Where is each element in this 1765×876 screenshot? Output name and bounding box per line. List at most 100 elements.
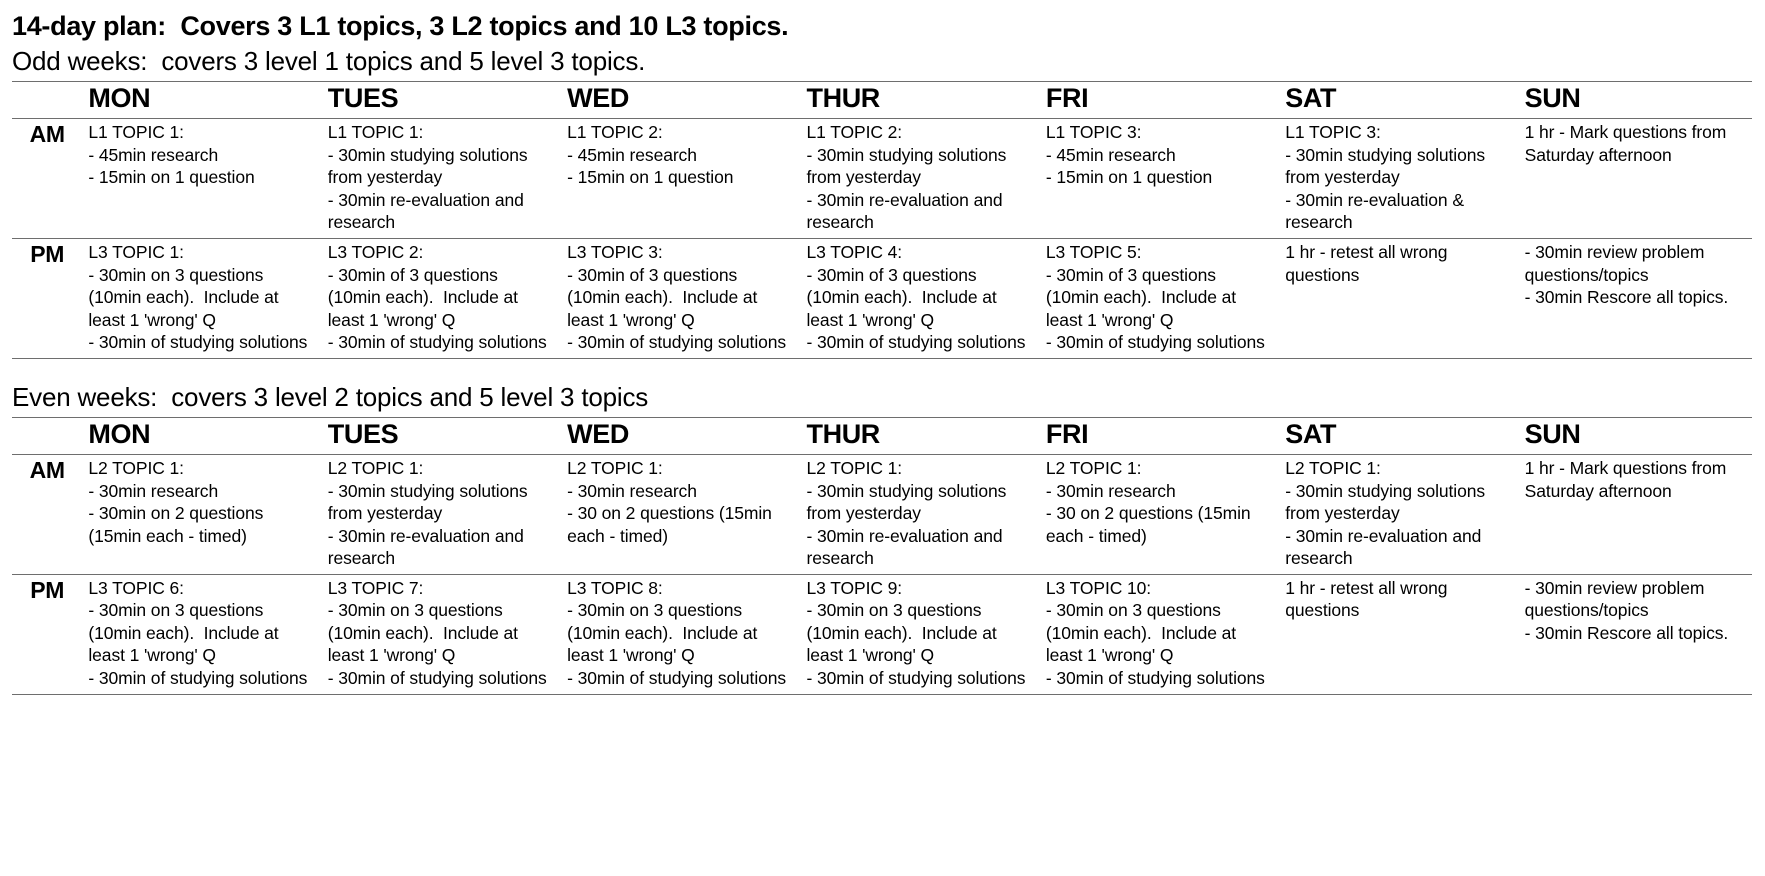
cell-line: - 30min of studying solutions bbox=[1045, 332, 1265, 353]
cell-line: L1 TOPIC 2: bbox=[806, 122, 903, 143]
cell-line: L2 TOPIC 1: bbox=[1045, 457, 1142, 478]
column-header-tues: TUES bbox=[321, 417, 562, 455]
cell-even-am-sat: L2 TOPIC 1: - 30min studying solutions fr… bbox=[1279, 453, 1519, 575]
cell-line: L3 TOPIC 1: bbox=[88, 241, 184, 262]
cell-line: - 30min re-evaluation and research bbox=[806, 525, 1008, 569]
cell-odd-pm-fri: L3 TOPIC 5: - 30min of 3 questions (10min… bbox=[1039, 237, 1280, 359]
column-header-sat: SAT bbox=[1279, 417, 1519, 455]
corner-cell bbox=[12, 417, 83, 455]
cell-line: - 30min of studying solutions bbox=[567, 668, 787, 688]
cell-line: - 30min on 3 questions (10min each). Inc… bbox=[88, 264, 284, 330]
cell-line: L3 TOPIC 9: bbox=[806, 577, 903, 598]
column-header-mon: MON bbox=[82, 417, 322, 455]
cell-odd-pm-wed: L3 TOPIC 3: - 30min of 3 questions (10min… bbox=[561, 237, 801, 359]
cell-line: - 30min studying solutions from yesterda… bbox=[327, 144, 533, 188]
cell-line: - 30 on 2 questions (15min each - timed) bbox=[1045, 503, 1256, 546]
cell-line: - 30min of 3 questions (10min each). Inc… bbox=[806, 264, 1002, 330]
table-header-row: MON TUES WED THUR FRI SAT SUN bbox=[12, 81, 1752, 120]
column-header-thur: THUR bbox=[800, 81, 1040, 120]
table-header-row: MON TUES WED THUR FRI SAT SUN bbox=[12, 417, 1752, 455]
cell-line: L3 TOPIC 2: bbox=[327, 241, 424, 262]
cell-odd-am-fri: L1 TOPIC 3: - 45min research - 15min on 1 … bbox=[1039, 118, 1280, 239]
cell-even-pm-tues: L3 TOPIC 7: - 30min on 3 questions (10min… bbox=[321, 573, 562, 695]
cell-line: - 30min studying solutions from yesterda… bbox=[806, 480, 1012, 524]
column-header-fri: FRI bbox=[1039, 417, 1280, 455]
cell-odd-am-sun: 1 hr - Mark questions from Saturday afte… bbox=[1518, 118, 1752, 239]
cell-even-pm-mon: L3 TOPIC 6: - 30min on 3 questions (10min… bbox=[82, 573, 322, 695]
cell-line: - 45min research bbox=[1045, 144, 1176, 165]
cell-line: - 30min Rescore all topics. bbox=[1524, 287, 1729, 308]
cell-line: L3 TOPIC 7: bbox=[327, 577, 424, 598]
cell-line: - 30min studying solutions from yesterda… bbox=[327, 480, 533, 524]
column-header-mon: MON bbox=[82, 81, 322, 120]
cell-odd-am-tues: L1 TOPIC 1: - 30min studying solutions fr… bbox=[321, 118, 562, 239]
cell-line: L3 TOPIC 4: bbox=[806, 241, 903, 262]
cell-line: - 30min of studying solutions bbox=[806, 668, 1026, 688]
cell-line: - 30min of 3 questions (10min each). Inc… bbox=[1045, 264, 1241, 330]
cell-even-am-wed: L2 TOPIC 1: - 30min research - 30 on 2 que… bbox=[561, 453, 801, 575]
cell-odd-am-mon: L1 TOPIC 1: - 45min research - 15min on 1 … bbox=[82, 118, 322, 239]
cell-line: - 30min on 3 questions (10min each). Inc… bbox=[1045, 600, 1241, 666]
cell-odd-pm-mon: L3 TOPIC 1: - 30min on 3 questions (10min… bbox=[82, 237, 322, 359]
cell-line: L3 TOPIC 6: bbox=[88, 577, 184, 598]
cell-line: - 30min research bbox=[88, 480, 219, 501]
cell-even-pm-wed: L3 TOPIC 8: - 30min on 3 questions (10min… bbox=[561, 573, 801, 695]
cell-line: - 30min research bbox=[567, 480, 697, 501]
cell-even-pm-sat: 1 hr - retest all wrong questions bbox=[1279, 573, 1519, 695]
table-row: AM L2 TOPIC 1: - 30min research - 30min on… bbox=[12, 453, 1752, 575]
cell-line: - 30min on 3 questions (10min each). Inc… bbox=[88, 600, 284, 666]
table-row: AM L1 TOPIC 1: - 45min research - 15min on… bbox=[12, 118, 1752, 239]
cell-odd-pm-sun: - 30min review problem questions/topics -… bbox=[1518, 237, 1752, 359]
cell-odd-am-sat: L1 TOPIC 3: - 30min studying solutions fr… bbox=[1279, 118, 1519, 239]
cell-line: L2 TOPIC 1: bbox=[806, 457, 903, 478]
cell-even-pm-sun: - 30min review problem questions/topics -… bbox=[1518, 573, 1752, 695]
cell-line: - 30min re-evaluation and research bbox=[327, 525, 529, 569]
row-label-am: AM bbox=[12, 453, 83, 575]
odd-weeks-table: MON TUES WED THUR FRI SAT SUN AM L1 TOPI… bbox=[12, 81, 1752, 359]
cell-line: L2 TOPIC 1: bbox=[327, 457, 424, 478]
even-weeks-heading: Even weeks: covers 3 level 2 topics and … bbox=[12, 381, 649, 412]
cell-line: L1 TOPIC 2: bbox=[567, 122, 663, 143]
cell-line: - 30min of 3 questions (10min each). Inc… bbox=[567, 264, 763, 330]
cell-line: - 30min of studying solutions bbox=[327, 332, 547, 353]
column-header-sat: SAT bbox=[1279, 81, 1519, 120]
cell-line: - 15min on 1 question bbox=[88, 167, 255, 188]
cell-line: - 30min review problem questions/topics bbox=[1524, 241, 1710, 285]
cell-line: L3 TOPIC 5: bbox=[1045, 241, 1142, 262]
page-title: 14-day plan: Covers 3 L1 topics, 3 L2 to… bbox=[12, 11, 789, 41]
cell-line: - 30min Rescore all topics. bbox=[1524, 622, 1729, 643]
column-header-thur: THUR bbox=[800, 417, 1040, 455]
odd-weeks-heading: Odd weeks: covers 3 level 1 topics and 5… bbox=[12, 45, 646, 76]
column-header-fri: FRI bbox=[1039, 81, 1280, 120]
cell-line: - 45min research bbox=[567, 144, 697, 165]
cell-line: - 30min of studying solutions bbox=[567, 332, 787, 353]
column-header-tues: TUES bbox=[321, 81, 562, 120]
cell-line: - 30min re-evaluation and research bbox=[327, 189, 529, 233]
cell-line: - 30min re-evaluation & research bbox=[1285, 189, 1469, 233]
cell-line: L1 TOPIC 3: bbox=[1045, 122, 1142, 143]
row-label-am: AM bbox=[12, 118, 83, 239]
cell-line: L1 TOPIC 3: bbox=[1285, 122, 1381, 143]
cell-line: L1 TOPIC 1: bbox=[88, 122, 184, 143]
cell-line: - 30min on 2 questions (15min each - tim… bbox=[88, 503, 269, 546]
cell-line: L3 TOPIC 8: bbox=[567, 577, 663, 598]
cell-line: - 30min re-evaluation and research bbox=[806, 189, 1008, 233]
cell-line: - 30min of studying solutions bbox=[1045, 668, 1265, 688]
cell-line: - 30min re-evaluation and research bbox=[1285, 525, 1486, 569]
cell-odd-am-thur: L1 TOPIC 2: - 30min studying solutions fr… bbox=[800, 118, 1040, 239]
cell-line: L3 TOPIC 10: bbox=[1045, 577, 1152, 598]
cell-line: - 15min on 1 question bbox=[567, 167, 734, 188]
cell-line: - 30min on 3 questions (10min each). Inc… bbox=[327, 600, 523, 666]
row-label-pm: PM bbox=[12, 237, 83, 359]
cell-line: - 30min of 3 questions (10min each). Inc… bbox=[327, 264, 523, 330]
plan-document: 14-day plan: Covers 3 L1 topics, 3 L2 to… bbox=[0, 0, 1765, 695]
cell-line: - 30min of studying solutions bbox=[327, 668, 547, 688]
cell-line: - 30min on 3 questions (10min each). Inc… bbox=[567, 600, 763, 666]
cell-even-am-tues: L2 TOPIC 1: - 30min studying solutions fr… bbox=[321, 453, 562, 575]
cell-line: - 45min research bbox=[88, 144, 219, 165]
cell-odd-pm-tues: L3 TOPIC 2: - 30min of 3 questions (10min… bbox=[321, 237, 562, 359]
corner-cell bbox=[12, 81, 83, 120]
cell-line: - 15min on 1 question bbox=[1045, 167, 1213, 188]
cell-line: L1 TOPIC 1: bbox=[327, 122, 424, 143]
cell-even-pm-thur: L3 TOPIC 9: - 30min on 3 questions (10min… bbox=[800, 573, 1040, 695]
